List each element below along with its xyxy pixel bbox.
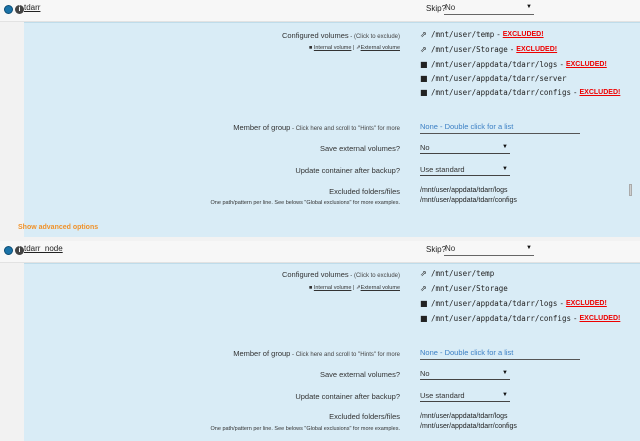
skip-label: Skip?	[426, 4, 447, 13]
update-container-select[interactable]: Use standard ▼	[420, 390, 510, 402]
update-container-label: Update container after backup?	[295, 392, 400, 401]
volume-item[interactable]: ■/mnt/user/appdata/tdarr/logs - EXCLUDED…	[420, 60, 607, 69]
configured-volumes-label: Configured volumes - (Click to exclude)	[281, 270, 400, 279]
toggle-circle-icon[interactable]	[4, 246, 13, 255]
folder-icon: ■	[420, 299, 428, 308]
container-icons: i	[4, 5, 24, 14]
external-volume-link[interactable]: External volume	[361, 285, 400, 291]
update-container-label: Update container after backup?	[295, 166, 400, 175]
save-external-select[interactable]: No ▼	[420, 142, 510, 154]
skip-label: Skip?	[426, 245, 447, 254]
internal-volume-link[interactable]: Internal volume	[314, 285, 352, 291]
external-link-icon: ⇗	[420, 30, 427, 39]
external-volume-link[interactable]: External volume	[361, 45, 400, 51]
caret-down-icon: ▼	[526, 4, 532, 10]
save-external-label: Save external volumes?	[319, 144, 400, 153]
show-advanced-options-link[interactable]: Show advanced options	[18, 224, 98, 231]
volume-legend: ■ Internal volume | ⇗External volume	[308, 45, 400, 51]
folder-icon: ■	[420, 74, 428, 83]
volume-item[interactable]: ⇗/mnt/user/temp - EXCLUDED!	[420, 30, 544, 39]
volume-item[interactable]: ⇗/mnt/user/Storage	[420, 284, 508, 293]
folder-icon: ■	[308, 285, 313, 291]
volume-item[interactable]: ⇗/mnt/user/temp	[420, 269, 494, 278]
folder-icon: ■	[420, 88, 428, 97]
volume-item[interactable]: ■/mnt/user/appdata/tdarr/configs - EXCLU…	[420, 88, 620, 97]
click-here-link[interactable]: Click here	[296, 126, 323, 132]
skip-select[interactable]: No ▼	[444, 2, 534, 15]
member-of-group-label: Member of group - Click here and scroll …	[233, 349, 400, 358]
container-panel-tdarr: Configured volumes - (Click to exclude) …	[18, 22, 640, 237]
save-external-label: Save external volumes?	[319, 370, 400, 379]
configured-volumes-label: Configured volumes - (Click to exclude)	[281, 31, 400, 40]
volume-item[interactable]: ■/mnt/user/appdata/tdarr/logs - EXCLUDED…	[420, 299, 607, 308]
container-panel-tdarr-node: Configured volumes - (Click to exclude) …	[24, 263, 640, 441]
volume-item[interactable]: ■/mnt/user/appdata/tdarr/server	[420, 74, 566, 83]
caret-down-icon: ▼	[502, 370, 508, 376]
container-header-tdarr-node: i tdarr_node Skip? No ▼	[0, 241, 640, 263]
caret-down-icon: ▼	[502, 166, 508, 172]
container-header-tdarr: i tdarr Skip? No ▼	[0, 0, 640, 22]
click-here-link[interactable]: Click here	[296, 352, 323, 358]
app-page: i tdarr Skip? No ▼ Configured volumes - …	[0, 0, 640, 441]
external-link-icon: ⇗	[420, 269, 427, 278]
excluded-folders-hint: One path/pattern per line. See belows "G…	[210, 200, 400, 206]
container-icons: i	[4, 246, 24, 255]
container-name[interactable]: tdarr	[24, 3, 40, 12]
textarea-scrollbar[interactable]	[629, 184, 632, 196]
caret-down-icon: ▼	[526, 245, 532, 251]
folder-icon: ■	[420, 60, 428, 69]
info-icon[interactable]: i	[15, 5, 24, 14]
folder-icon: ■	[420, 314, 428, 323]
volume-legend: ■ Internal volume | ⇗External volume	[308, 285, 400, 291]
excluded-folders-textarea[interactable]: /mnt/user/appdata/tdarr/logs /mnt/user/a…	[420, 186, 634, 210]
member-group-input[interactable]: None - Double click for a list	[420, 122, 580, 134]
caret-down-icon: ▼	[502, 144, 508, 150]
caret-down-icon: ▼	[502, 392, 508, 398]
update-container-select[interactable]: Use standard ▼	[420, 164, 510, 176]
external-link-icon: ⇗	[420, 45, 427, 54]
member-group-input[interactable]: None - Double click for a list	[420, 348, 580, 360]
skip-select[interactable]: No ▼	[444, 243, 534, 256]
excluded-folders-hint: One path/pattern per line. See belows "G…	[210, 426, 400, 432]
member-of-group-label: Member of group - Click here and scroll …	[233, 123, 400, 132]
volume-item[interactable]: ■/mnt/user/appdata/tdarr/configs - EXCLU…	[420, 314, 620, 323]
toggle-circle-icon[interactable]	[4, 5, 13, 14]
excluded-folders-label: Excluded folders/files	[329, 187, 400, 196]
external-link-icon: ⇗	[420, 284, 427, 293]
excluded-folders-label: Excluded folders/files	[329, 412, 400, 421]
folder-icon: ■	[308, 45, 313, 51]
volume-item[interactable]: ⇗/mnt/user/Storage - EXCLUDED!	[420, 45, 557, 54]
container-name[interactable]: tdarr_node	[24, 244, 63, 253]
internal-volume-link[interactable]: Internal volume	[314, 45, 352, 51]
excluded-folders-textarea[interactable]: /mnt/user/appdata/tdarr/logs /mnt/user/a…	[420, 412, 634, 436]
info-icon[interactable]: i	[15, 246, 24, 255]
save-external-select[interactable]: No ▼	[420, 368, 510, 380]
